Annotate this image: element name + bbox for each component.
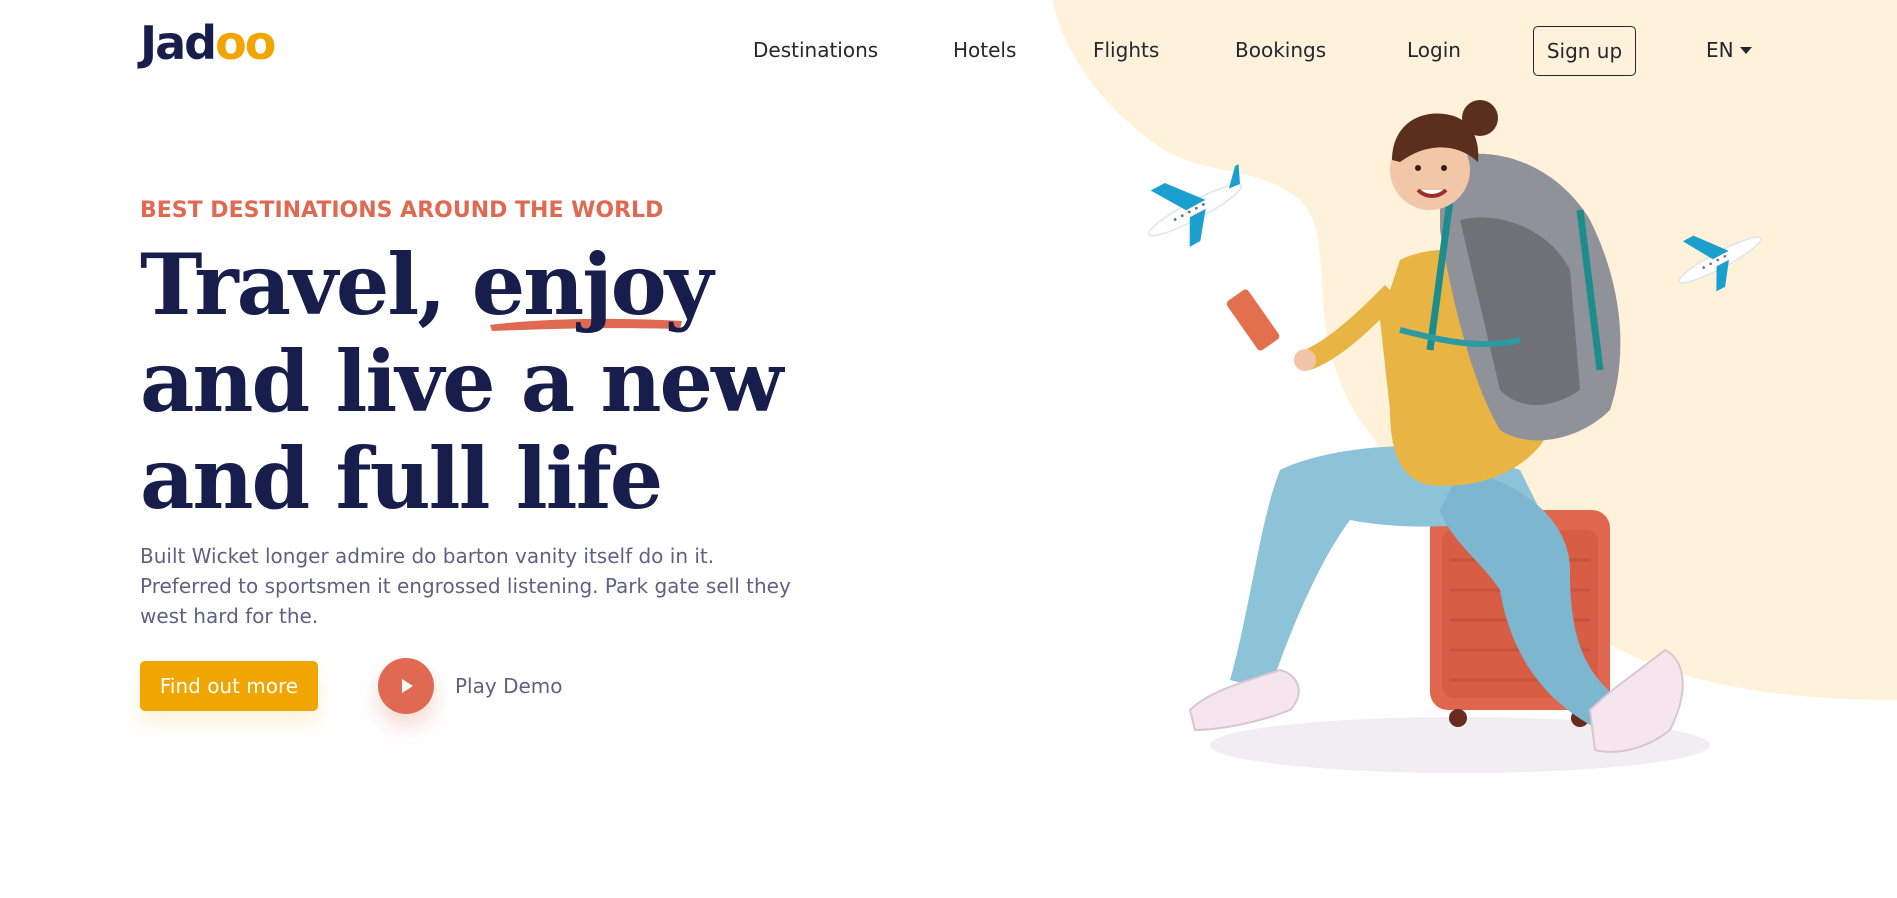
hero-actions: Find out more Play Demo <box>140 658 820 714</box>
headline-line-2: and live a new <box>140 332 783 431</box>
headline-travel: Travel, <box>140 235 472 334</box>
headline-enjoy-wrap: enjoy <box>471 235 714 334</box>
hero-description: Built Wicket longer admire do barton van… <box>140 544 791 628</box>
play-button-circle[interactable] <box>378 658 434 714</box>
top-navbar: Jadoo Destinations Hotels Flights Bookin… <box>0 0 1897 100</box>
play-demo-label: Play Demo <box>455 674 563 698</box>
hero-eyebrow: BEST DESTINATIONS AROUND THE WORLD <box>140 198 664 223</box>
language-selector[interactable]: EN <box>1706 36 1752 64</box>
nav-link-bookings[interactable]: Bookings <box>1235 36 1326 64</box>
find-out-more-button[interactable]: Find out more <box>140 661 318 711</box>
play-icon <box>402 679 413 693</box>
headline-line-3: and full life <box>140 429 663 528</box>
logo-text: Jad <box>140 16 217 70</box>
airplane-icon <box>1678 235 1762 292</box>
airplane-icon <box>1148 164 1242 247</box>
nav-link-hotels[interactable]: Hotels <box>953 36 1016 64</box>
nav-link-flights[interactable]: Flights <box>1093 36 1159 64</box>
hero-headline: Travel, enjoy and live a new and full li… <box>140 236 820 527</box>
headline-enjoy: enjoy <box>471 235 714 334</box>
chevron-down-icon <box>1739 46 1752 54</box>
nav-link-destinations[interactable]: Destinations <box>753 36 878 64</box>
language-label: EN <box>1706 38 1734 62</box>
play-demo-button[interactable]: Play Demo <box>378 658 563 714</box>
nav-link-login[interactable]: Login <box>1407 36 1461 64</box>
traveler-illustration <box>1148 100 1762 773</box>
logo-accent: oo <box>215 16 276 70</box>
hero-content: BEST DESTINATIONS AROUND THE WORLD Trave… <box>140 196 820 714</box>
brand-logo[interactable]: Jadoo <box>140 14 276 72</box>
signup-button[interactable]: Sign up <box>1533 26 1636 76</box>
